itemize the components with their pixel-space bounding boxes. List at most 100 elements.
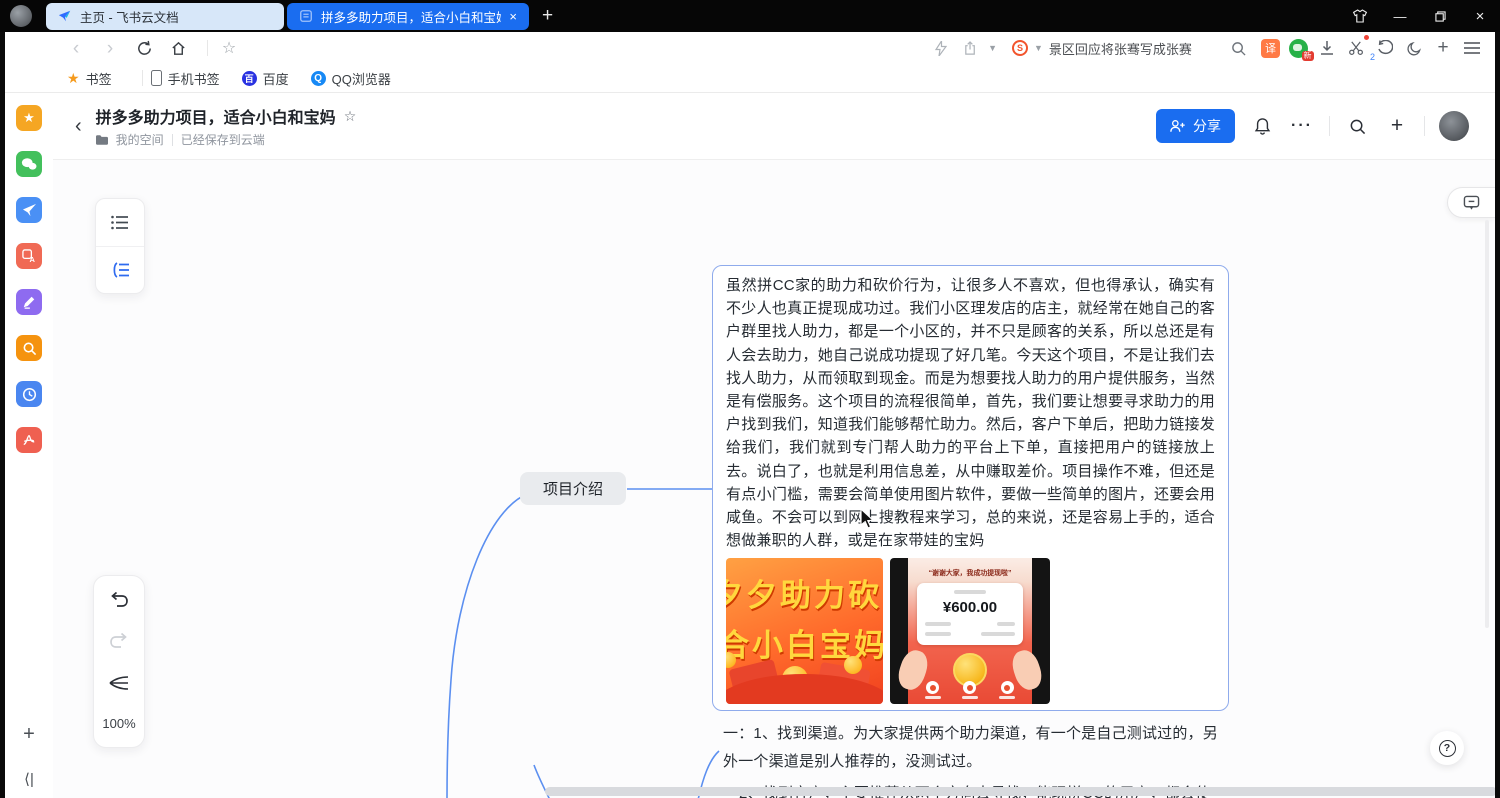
promo-image[interactable]: 夕夕助力砍 合小白宝妈 [726, 558, 883, 704]
tab-feishu-home[interactable]: 主页 - 飞书云文档 [46, 3, 284, 30]
mindmap-view-icon [111, 262, 130, 278]
amount-label-bar [954, 590, 986, 594]
breadcrumb: 我的空间 已经保存到云端 [96, 131, 357, 148]
mindmap-node-project-intro[interactable]: 项目介绍 [520, 472, 626, 505]
breadcrumb-divider [172, 134, 173, 146]
translate-app-icon[interactable]: A [16, 243, 42, 269]
bookmark-label: 书签 [86, 69, 112, 88]
tab-label: 主页 - 飞书云文档 [80, 7, 179, 26]
dark-mode-moon-icon[interactable] [1403, 37, 1425, 59]
notification-dot [1364, 35, 1369, 40]
pdf-app-icon[interactable] [16, 427, 42, 453]
user-avatar[interactable] [1439, 111, 1469, 141]
doc-header-actions: 分享 ··· + [1156, 109, 1469, 143]
canvas-zoom-toolbar: 100% [93, 575, 145, 748]
favorites-app-icon[interactable]: ★ [16, 105, 42, 131]
page-title: 拼多多助力项目，适合小白和宝妈 [96, 104, 336, 128]
step1-text: 一：1、找到渠道。为大家提供两个助力渠道，有一个是自己测试过的，另外一个渠道是别… [723, 725, 1218, 770]
qq-browser-icon: Q [311, 71, 326, 86]
phone-icon [151, 70, 162, 86]
wps-new-icon[interactable]: 新 [1287, 37, 1309, 59]
vertical-scrollbar[interactable] [1485, 220, 1489, 628]
screenshot-content: “谢谢大家，我成功提现啦” ¥600.00 [908, 558, 1032, 704]
window-controls: — × [1340, 0, 1500, 32]
sidebar-add-icon[interactable]: + [23, 723, 35, 746]
comments-panel-button[interactable] [1447, 187, 1495, 218]
hot-search-widget[interactable]: S ▼ 景区回应将张骞写成张赛 [1004, 36, 1254, 61]
close-window-button[interactable]: × [1460, 0, 1500, 32]
screenshot-quote: “谢谢大家，我成功提现啦” [913, 568, 1027, 578]
notifications-bell-icon[interactable] [1249, 113, 1275, 139]
bookmark-baidu[interactable]: 百 百度 [242, 69, 289, 88]
bookmark-label: QQ浏览器 [332, 69, 391, 88]
star-icon: ★ [67, 70, 80, 87]
back-icon[interactable]: ‹ [63, 35, 89, 61]
new-badge: 新 [1302, 51, 1314, 61]
screenshot-scissors-icon[interactable] [1345, 37, 1367, 59]
comment-bubble-icon [1463, 195, 1480, 211]
withdraw-screenshot-image[interactable]: “谢谢大家，我成功提现啦” ¥600.00 [890, 558, 1050, 704]
bookmark-folder[interactable]: ★ 书签 [67, 69, 112, 88]
more-options-icon[interactable]: ··· [1289, 113, 1315, 139]
search-app-icon[interactable] [16, 335, 42, 361]
doc-add-icon[interactable]: + [1384, 113, 1410, 139]
zoom-level[interactable]: 100% [102, 716, 135, 731]
document-column: ‹ 拼多多助力项目，适合小白和宝妈 ☆ 我的空间 已经保存到云端 分享 [53, 93, 1495, 798]
search-icon[interactable] [1231, 41, 1246, 56]
browser-profile-avatar[interactable] [10, 5, 32, 27]
chevron-down-icon[interactable]: ▼ [988, 43, 997, 53]
restore-button[interactable] [1420, 0, 1460, 32]
sogou-logo-icon: S [1012, 40, 1028, 56]
outline-view-button[interactable] [96, 199, 144, 246]
promo-text-line1: 夕夕助力砍 [726, 570, 882, 615]
share-button-label: 分享 [1193, 116, 1221, 136]
mindmap-node-step1[interactable]: 一：1、找到渠道。为大家提供两个助力渠道，有一个是自己测试过的，另外一个渠道是别… [723, 720, 1223, 775]
redo-icon[interactable] [109, 633, 129, 650]
favorite-star-icon[interactable]: ☆ [344, 108, 357, 125]
outline-list-icon [111, 215, 129, 230]
browser-app-sidebar: ★ A + ⟨| [5, 93, 53, 798]
history-app-icon[interactable] [16, 381, 42, 407]
history-undo-icon[interactable]: 2 [1374, 37, 1396, 59]
mindmap-view-button[interactable] [96, 246, 144, 293]
tab-current-doc[interactable]: 拼多多助力项目，适合小白和宝妈 - × [287, 3, 529, 30]
feishu-logo-icon [58, 9, 72, 23]
embedded-images-row: 夕夕助力砍 合小白宝妈 “谢谢大家，我成功提现啦” [726, 558, 1215, 704]
skin-theme-icon[interactable] [1340, 0, 1380, 32]
wechat-app-icon[interactable] [16, 151, 42, 177]
search-engine-caret-icon[interactable]: ▼ [1034, 43, 1043, 53]
refresh-icon[interactable] [131, 35, 157, 61]
new-tab-button[interactable]: + [542, 5, 553, 27]
download-icon[interactable] [1316, 37, 1338, 59]
help-button[interactable]: ? [1430, 731, 1464, 765]
hot-search-text[interactable]: 景区回应将张骞写成张赛 [1049, 39, 1192, 58]
share-button[interactable]: 分享 [1156, 109, 1235, 143]
breadcrumb-space[interactable]: 我的空间 [116, 131, 164, 148]
mindmap-node-intro-content[interactable]: 虽然拼CC家的助力和砍价行为，让很多人不喜欢，但也得承认，确实有不少人也真正提现… [712, 265, 1229, 711]
bookmark-mobile[interactable]: 手机书签 [151, 69, 220, 88]
home-icon[interactable] [165, 35, 191, 61]
collapse-sidebar-icon[interactable]: ⟨| [24, 770, 34, 788]
main-area: ★ A + ⟨| ‹ [5, 93, 1495, 798]
forward-icon[interactable]: › [97, 35, 123, 61]
doc-back-icon[interactable]: ‹ [75, 115, 82, 138]
doc-search-icon[interactable] [1344, 113, 1370, 139]
bookmark-qq-browser[interactable]: Q QQ浏览器 [311, 69, 391, 88]
notes-app-icon[interactable] [16, 289, 42, 315]
tab-close-icon[interactable]: × [501, 9, 517, 24]
menu-icon[interactable] [1461, 37, 1483, 59]
share-page-icon[interactable] [959, 37, 981, 59]
add-extension-icon[interactable]: + [1432, 37, 1454, 59]
translate-icon[interactable]: 译 [1261, 39, 1280, 58]
undo-icon[interactable] [109, 592, 129, 609]
fit-to-screen-icon[interactable] [108, 674, 130, 692]
bookmark-star-icon[interactable]: ☆ [216, 35, 242, 61]
boost-lightning-icon[interactable] [930, 37, 952, 59]
minimize-button[interactable]: — [1380, 0, 1420, 32]
mindmap-canvas[interactable]: 100% 项目介绍 虽然拼CC家的助力和砍价行为，让很多人不喜欢，但也得承认，确… [53, 160, 1495, 798]
horizontal-scrollbar[interactable] [545, 787, 1495, 796]
question-mark-icon: ? [1439, 740, 1456, 757]
feishu-app-icon[interactable] [16, 197, 42, 223]
toolbar-right-cluster: ▼ S ▼ 景区回应将张骞写成张赛 译 新 2 + [930, 36, 1483, 61]
browser-toolbar: ‹ › ☆ ▼ S ▼ 景区回应将张骞写成张赛 译 新 [5, 32, 1495, 64]
